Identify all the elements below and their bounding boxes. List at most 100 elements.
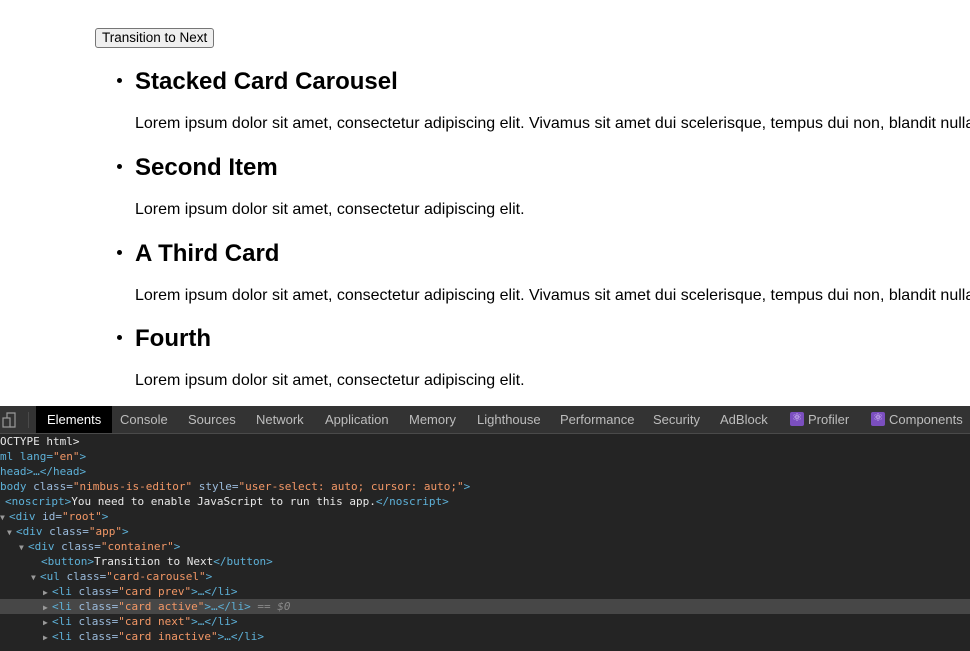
node-text: OCTYPE html> [0,435,80,448]
tree-node-ul[interactable]: ▼ <ul class="card-carousel"> [0,569,970,584]
tab-memory[interactable]: Memory [398,406,467,433]
node-attr-value: "card-carousel" [106,570,206,583]
node-attr-value: "root" [62,510,102,523]
tree-node-li-active[interactable]: ▶ <li class="card active">…</li> == $0 [0,599,970,614]
node-tag: <noscript> [5,495,72,508]
node-attr-name: style= [192,480,239,493]
node-tag: <li [52,585,79,598]
tree-node-li-inactive[interactable]: ▶ <li class="card inactive">…</li> [0,629,970,644]
card-text: Lorem ipsum dolor sit amet, consectetur … [135,115,970,132]
device-toolbar-icon[interactable] [2,412,18,428]
tree-node-root[interactable]: ▼ <div id="root"> [0,509,970,524]
tab-adblock[interactable]: AdBlock [709,406,779,433]
expand-arrow-icon[interactable]: ▼ [31,570,40,585]
react-icon [790,411,804,426]
tree-node-doctype[interactable]: OCTYPE html> [0,434,970,449]
node-attr-value: "card inactive" [118,630,218,643]
expand-arrow-icon[interactable]: ▼ [7,525,16,540]
devtools-panel: Elements Console Sources Network Applica… [0,406,970,651]
expand-arrow-icon[interactable]: ▶ [43,585,52,600]
bullet-icon [117,164,122,169]
node-tag: <ul [40,570,67,583]
elements-tree: OCTYPE html> ml lang="en"> head>…</head>… [0,434,970,644]
transition-to-next-button[interactable]: Transition to Next [95,28,215,48]
tree-node-html[interactable]: ml lang="en"> [0,449,970,464]
tab-components-label: Components [889,412,963,427]
node-attr-value: "card active" [118,600,205,613]
card-inactive: Fourth Lorem ipsum dolor sit amet, conse… [117,325,525,389]
tree-node-button[interactable]: <button>Transition to Next</button> [0,554,970,569]
tab-application[interactable]: Application [314,406,400,433]
expand-arrow-icon[interactable]: ▶ [43,600,52,615]
node-attr-name: class= [78,600,119,613]
card-title: Stacked Card Carousel [135,68,398,95]
expand-arrow-icon[interactable]: ▶ [43,630,52,645]
tab-performance[interactable]: Performance [549,406,645,433]
devtools-tab-bar: Elements Console Sources Network Applica… [0,406,970,434]
node-attr-name: class= [78,615,119,628]
tree-node-head[interactable]: head>…</head> [0,464,970,479]
node-tag: >…</li> [191,615,238,628]
node-tag: <button> [41,555,94,568]
node-attr-name: id= [42,510,62,523]
card-text: Lorem ipsum dolor sit amet, consectetur … [135,372,525,389]
node-attr-name: class= [33,480,73,493]
tab-components[interactable]: Components [860,406,970,433]
card-active: Second Item Lorem ipsum dolor sit amet, … [117,154,525,218]
node-attr-name: class= [78,585,119,598]
tab-sources[interactable]: Sources [177,406,247,433]
tab-lighthouse[interactable]: Lighthouse [466,406,552,433]
node-attr-value: "card prev" [118,585,192,598]
selected-node-ref: == $0 [257,600,291,613]
tree-node-noscript[interactable]: <noscript>You need to enable JavaScript … [0,494,970,509]
card-next: A Third Card Lorem ipsum dolor sit amet,… [117,240,970,304]
node-tag: </noscript> [375,495,449,508]
node-tag: <li [52,615,79,628]
card-title: Fourth [135,325,211,352]
node-tag: <li [52,600,79,613]
node-text: You need to enable JavaScript to run thi… [71,495,376,508]
node-tag: >…</li> [204,600,251,613]
node-attr-value: "user-select: auto; cursor: auto;" [238,480,464,493]
node-tag: </button> [213,555,273,568]
tree-node-li-prev[interactable]: ▶ <li class="card prev">…</li> [0,584,970,599]
node-tag-end: > [122,525,129,538]
tab-security[interactable]: Security [642,406,711,433]
expand-arrow-icon[interactable]: ▼ [0,510,9,525]
tree-node-app[interactable]: ▼ <div class="app"> [0,524,970,539]
tab-console[interactable]: Console [109,406,179,433]
node-text: Transition to Next [93,555,214,568]
node-attr-name: class= [66,570,107,583]
bullet-icon [117,78,122,83]
card-text: Lorem ipsum dolor sit amet, consectetur … [135,287,970,304]
node-attr-value: "nimbus-is-editor" [72,480,193,493]
tree-node-li-next[interactable]: ▶ <li class="card next">…</li> [0,614,970,629]
web-page: Transition to Next Stacked Card Carousel… [0,0,970,406]
card-title: A Third Card [135,240,280,267]
node-tag: >…</li> [217,630,264,643]
tab-profiler[interactable]: Profiler [779,406,860,433]
tab-profiler-label: Profiler [808,412,850,427]
node-tag: head>…</head> [0,465,87,478]
node-tag: <div [16,525,50,538]
node-tag: body [0,480,34,493]
node-tag-end: > [173,540,181,553]
expand-arrow-icon[interactable]: ▼ [19,540,28,555]
bullet-icon [117,335,122,340]
node-tag-end: > [79,450,87,463]
node-tag: <div [28,540,62,553]
node-attr-value: "card next" [118,615,192,628]
expand-arrow-icon[interactable]: ▶ [43,615,52,630]
tab-elements[interactable]: Elements [36,406,113,433]
node-tag: >…</li> [191,585,238,598]
tree-node-body[interactable]: body class="nimbus-is-editor" style="use… [0,479,970,494]
bullet-icon [117,250,122,255]
card-title: Second Item [135,154,278,181]
tab-network[interactable]: Network [245,406,315,433]
node-tag-end: > [101,510,109,523]
node-attr-name: class= [49,525,89,538]
node-attr-value: "en" [52,450,80,463]
node-attr-name: class= [78,630,119,643]
node-tag: ml lang= [0,450,53,463]
tree-node-container[interactable]: ▼ <div class="container"> [0,539,970,554]
